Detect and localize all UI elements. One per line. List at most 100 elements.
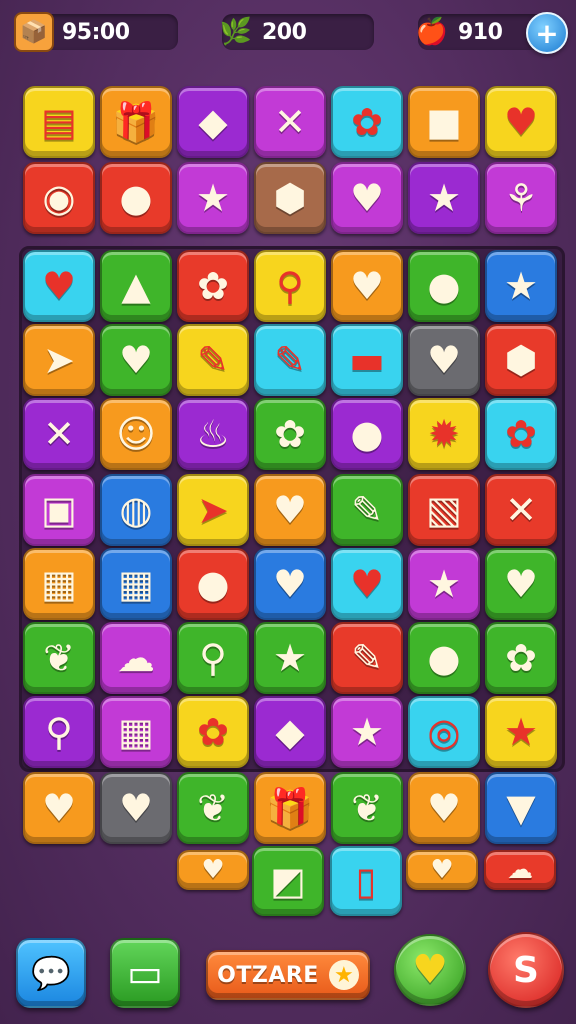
tile[interactable]: ♥ [331, 250, 403, 322]
tile[interactable]: 🎁 [100, 86, 172, 158]
tile[interactable]: ♥ [23, 250, 95, 322]
tile[interactable]: ⚲ [23, 696, 95, 768]
tile[interactable]: ◍ [100, 474, 172, 546]
robot-icon: ▣ [41, 488, 77, 532]
tile[interactable]: ✿ [485, 622, 557, 694]
tile[interactable]: ★ [408, 548, 480, 620]
tile[interactable]: ✎ [331, 622, 403, 694]
triangle-icon: ▲ [121, 264, 151, 308]
leaf-icon: ➤ [43, 338, 75, 382]
tile[interactable]: ✿ [485, 398, 557, 470]
tile[interactable]: ▯ [330, 846, 402, 916]
tile[interactable]: ♥ [254, 474, 326, 546]
tile[interactable]: ▦ [100, 696, 172, 768]
tile[interactable]: ✕ [254, 86, 326, 158]
tile[interactable]: ● [100, 162, 172, 234]
tile[interactable]: ▤ [23, 86, 95, 158]
play-button[interactable]: OTZARE ★ [206, 950, 370, 1000]
tile[interactable]: ◆ [177, 86, 249, 158]
tile[interactable]: ◉ [23, 162, 95, 234]
tile[interactable]: ● [331, 398, 403, 470]
tile[interactable]: ♥ [100, 772, 172, 844]
tile[interactable]: ● [408, 250, 480, 322]
tile[interactable]: ⚲ [177, 622, 249, 694]
tile[interactable]: ♥ [408, 772, 480, 844]
tile[interactable]: ★ [408, 162, 480, 234]
tile[interactable]: ▦ [23, 548, 95, 620]
leaf-icon: ❦ [197, 786, 229, 830]
add-currency-button[interactable]: + [526, 12, 568, 54]
leaf-icon: 🌿 [219, 17, 253, 47]
tile[interactable]: ◎ [408, 696, 480, 768]
tile[interactable]: 🎁 [254, 772, 326, 844]
message-button[interactable]: ▭ [110, 938, 180, 1008]
waffle-icon: ▦ [118, 710, 154, 754]
tile[interactable]: ▬ [331, 324, 403, 396]
tile[interactable]: ❦ [177, 772, 249, 844]
tile[interactable]: ✎ [254, 324, 326, 396]
tile[interactable]: ✹ [408, 398, 480, 470]
tile[interactable]: ✎ [331, 474, 403, 546]
tile[interactable]: ✿ [177, 250, 249, 322]
lollipop-icon: ⚲ [276, 264, 304, 308]
tile[interactable]: ▦ [100, 548, 172, 620]
tile[interactable]: ★ [331, 696, 403, 768]
tile[interactable]: ♨ [177, 398, 249, 470]
tile[interactable]: ♥ [485, 548, 557, 620]
cupcake-icon: ♨ [195, 412, 231, 456]
gift-icon: 🎁 [112, 100, 160, 144]
tile[interactable]: ▲ [100, 250, 172, 322]
tile[interactable]: ❦ [23, 622, 95, 694]
tile[interactable]: ♥ [406, 850, 478, 890]
tile[interactable]: ★ [485, 250, 557, 322]
exit-button[interactable]: S [488, 932, 564, 1008]
tile[interactable]: ✿ [331, 86, 403, 158]
tile[interactable]: ⬢ [485, 324, 557, 396]
tile[interactable]: ▣ [23, 474, 95, 546]
tile[interactable]: ■ [408, 86, 480, 158]
box-icon: 📦 [14, 12, 54, 52]
tile[interactable]: ♥ [408, 324, 480, 396]
heart-icon: ♥ [272, 488, 308, 532]
tile[interactable]: ★ [485, 696, 557, 768]
resource-counter-timer: 📦 95:00 [14, 12, 178, 52]
tile[interactable]: ★ [254, 622, 326, 694]
gem-icon: ⬢ [504, 338, 538, 382]
tile[interactable]: ⬢ [254, 162, 326, 234]
message-icon: ▭ [127, 951, 163, 995]
plus-icon: + [535, 16, 559, 50]
tile[interactable]: ▧ [408, 474, 480, 546]
tile[interactable]: ❦ [331, 772, 403, 844]
resource-counter-leaves: 🌿 200 [220, 14, 374, 50]
tile[interactable]: ✿ [254, 398, 326, 470]
tile[interactable]: ♥ [100, 324, 172, 396]
tile[interactable]: ☁ [484, 850, 556, 890]
tile[interactable]: ➤ [23, 324, 95, 396]
tile[interactable]: ♥ [177, 850, 249, 890]
tile[interactable]: ✿ [177, 696, 249, 768]
tile[interactable]: ⚲ [254, 250, 326, 322]
heart-icon: ♥ [201, 855, 225, 885]
tile[interactable]: ◆ [254, 696, 326, 768]
tile[interactable]: ● [177, 548, 249, 620]
tile[interactable]: ♥ [485, 86, 557, 158]
tile[interactable]: ✎ [177, 324, 249, 396]
tile[interactable]: ★ [177, 162, 249, 234]
tile[interactable]: ● [408, 622, 480, 694]
tile[interactable]: ♥ [254, 548, 326, 620]
leaf-icon: ❦ [351, 786, 383, 830]
tile[interactable]: ◩ [252, 846, 324, 916]
tile[interactable]: ⚘ [485, 162, 557, 234]
tile[interactable]: ➤ [177, 474, 249, 546]
tile[interactable]: ♥ [23, 772, 95, 844]
chat-button[interactable]: 💬 [16, 938, 86, 1008]
tile[interactable]: ▼ [485, 772, 557, 844]
tile[interactable]: ♥ [331, 548, 403, 620]
square-icon: ◩ [270, 859, 306, 903]
tile[interactable]: ✕ [485, 474, 557, 546]
tile[interactable]: ♥ [331, 162, 403, 234]
tile[interactable]: ☺ [100, 398, 172, 470]
tile[interactable]: ✕ [23, 398, 95, 470]
heart-button[interactable]: ♥ [394, 934, 466, 1006]
tile[interactable]: ☁ [100, 622, 172, 694]
